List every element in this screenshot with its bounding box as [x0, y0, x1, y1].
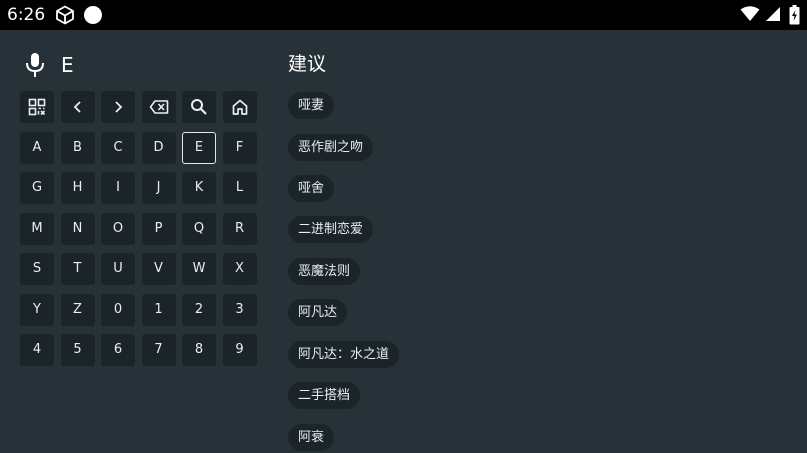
key-h[interactable]: H — [60, 172, 95, 204]
search-query: E — [61, 53, 74, 77]
key-5[interactable]: 5 — [60, 334, 95, 366]
backspace-key[interactable] — [141, 91, 176, 123]
search-key[interactable] — [182, 91, 216, 123]
key-3[interactable]: 3 — [222, 293, 257, 326]
wifi-icon — [740, 6, 760, 22]
key-2[interactable]: 2 — [182, 293, 216, 326]
key-z[interactable]: Z — [60, 293, 95, 326]
key-c[interactable]: C — [101, 131, 135, 164]
home-key[interactable] — [222, 91, 257, 123]
key-8[interactable]: 8 — [182, 334, 216, 366]
key-t[interactable]: T — [60, 253, 95, 285]
key-k[interactable]: K — [182, 172, 216, 204]
notification-dot-icon — [83, 5, 103, 25]
suggestion-item[interactable]: 阿凡达 — [288, 299, 348, 326]
key-u[interactable]: U — [101, 253, 135, 285]
key-o[interactable]: O — [101, 212, 135, 245]
suggestion-item[interactable]: 哑妻 — [288, 92, 335, 119]
suggestion-item[interactable]: 恶作剧之吻 — [288, 134, 374, 161]
key-6[interactable]: 6 — [101, 334, 135, 366]
suggestion-item[interactable]: 二进制恋爱 — [288, 216, 374, 243]
key-p[interactable]: P — [141, 212, 176, 245]
key-v[interactable]: V — [141, 253, 176, 285]
key-7[interactable]: 7 — [141, 334, 176, 366]
key-s[interactable]: S — [20, 253, 54, 285]
key-1[interactable]: 1 — [141, 293, 176, 326]
key-a[interactable]: A — [20, 131, 54, 164]
key-x[interactable]: X — [222, 253, 257, 285]
key-0[interactable]: 0 — [101, 293, 135, 326]
key-l[interactable]: L — [222, 172, 257, 204]
key-b[interactable]: B — [60, 131, 95, 164]
cursor-left-key[interactable] — [60, 91, 95, 123]
search-bar: E — [20, 50, 260, 80]
signal-icon — [763, 6, 781, 22]
key-f[interactable]: F — [222, 131, 257, 164]
suggestion-item[interactable]: 恶魔法则 — [288, 258, 361, 285]
key-j[interactable]: J — [141, 172, 176, 204]
key-r[interactable]: R — [222, 212, 257, 245]
qr-code-key[interactable] — [20, 91, 54, 123]
key-y[interactable]: Y — [20, 293, 54, 326]
key-m[interactable]: M — [20, 212, 54, 245]
key-w[interactable]: W — [182, 253, 216, 285]
key-i[interactable]: I — [101, 172, 135, 204]
key-g[interactable]: G — [20, 172, 54, 204]
suggestion-item[interactable]: 阿凡达：水之道 — [288, 341, 400, 368]
key-n[interactable]: N — [60, 212, 95, 245]
cube-icon — [55, 5, 75, 25]
key-9[interactable]: 9 — [222, 334, 257, 366]
status-bar: 6:26 — [0, 0, 807, 30]
suggestion-item[interactable]: 哑舍 — [288, 175, 335, 202]
suggestion-item[interactable]: 阿衰 — [288, 424, 335, 451]
battery-charging-icon — [789, 5, 800, 25]
suggestion-item[interactable]: 二手搭档 — [288, 382, 361, 409]
key-q[interactable]: Q — [182, 212, 216, 245]
key-d[interactable]: D — [141, 131, 176, 164]
cursor-right-key[interactable] — [101, 91, 135, 123]
microphone-icon[interactable] — [20, 50, 50, 84]
suggestions-title: 建议 — [288, 53, 327, 75]
key-e[interactable]: E — [182, 131, 216, 164]
status-time: 6:26 — [7, 5, 46, 25]
key-4[interactable]: 4 — [20, 334, 54, 366]
